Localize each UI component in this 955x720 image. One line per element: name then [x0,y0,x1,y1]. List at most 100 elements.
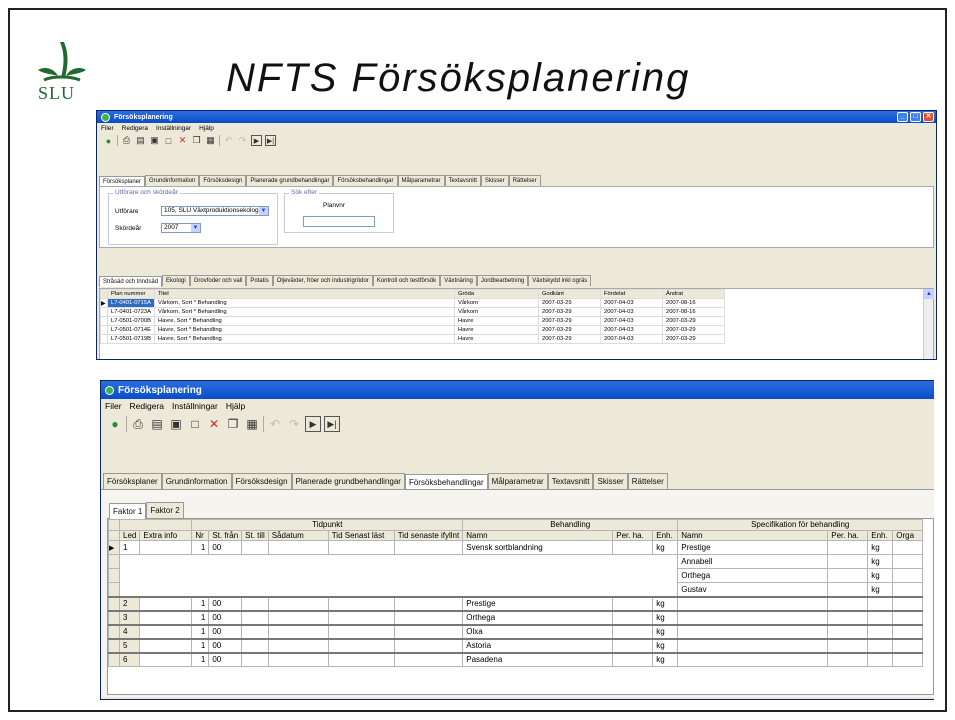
nr-cell[interactable]: 1 [191,595,210,611]
orga-cell[interactable] [892,637,924,653]
subtab-oljevaxter[interactable]: Oljeväxter, fröer och industrigrödor [272,275,373,286]
menu-filer[interactable]: Filer [105,401,122,411]
tab-rattelser[interactable]: Rättelser [627,473,668,489]
column-header[interactable]: Plan nummer [107,289,155,299]
redo-icon[interactable]: ↷ [237,135,248,146]
tab-planerade-grundbehandlingar[interactable]: Planerade grundbehandlingar [291,473,405,489]
spec-per-ha-cell[interactable] [827,595,869,611]
tab-faktor-1[interactable]: Faktor 1 [109,503,147,519]
namn-cell[interactable]: Orthega [462,609,614,625]
undo-icon[interactable]: ↶ [267,416,283,432]
namn-cell[interactable]: Prestige [462,595,614,611]
copy-icon[interactable]: ❐ [225,416,241,432]
next-icon[interactable]: ▶ [251,135,262,146]
column-header-orga[interactable]: Orga [892,530,924,541]
tid-senaste-ifyllnt-cell[interactable] [393,623,464,639]
plan-number[interactable]: L7-0401-0715A [107,298,155,308]
menu-redigera[interactable]: Redigera [122,125,148,132]
st-fran-cell[interactable]: 00 [208,540,243,555]
subtab-vaxtskydd[interactable]: Växtskydd inkl ogräs [528,275,592,286]
tid-senast-last-cell[interactable] [327,609,395,625]
sadatum-cell[interactable] [267,623,329,639]
column-header-spec-enh[interactable]: Enh. [867,530,894,541]
tid-senast-last-cell[interactable] [327,595,395,611]
spec-enh-cell[interactable] [867,623,894,639]
plan-andrat[interactable]: 2007-03-29 [661,316,725,326]
plan-number[interactable]: L7-0401-0723A [107,307,155,317]
enh-cell[interactable]: kg [652,609,679,625]
column-header-st-fran[interactable]: St. från [208,530,243,541]
extra-info-cell[interactable] [139,623,193,639]
table-row[interactable]: ▶ 1 1 00 Svensk sortblandning kg Prestig… [108,540,924,555]
tab-forsoksbehandlingar[interactable]: Försöksbehandlingar [404,474,488,490]
spec-per-ha-cell[interactable] [827,540,869,555]
app-icon[interactable]: ● [103,135,114,146]
led-cell[interactable]: 6 [118,651,141,667]
plan-number[interactable]: L7-0501-0714E [107,325,155,335]
column-header-enh[interactable]: Enh. [652,530,679,541]
namn-cell[interactable]: Pasadena [462,651,614,667]
column-header[interactable]: Godkänt [537,289,601,299]
export-icon[interactable]: ▣ [168,416,184,432]
delete-icon[interactable]: ✕ [206,416,222,432]
led-cell[interactable]: 5 [118,637,141,653]
column-header[interactable]: Gröda [453,289,539,299]
spec-enh-cell[interactable] [867,637,894,653]
sadatum-cell[interactable] [267,637,329,653]
st-till-cell[interactable] [241,609,269,625]
plan-crop[interactable]: Havre [453,325,539,335]
plan-number[interactable]: L7-0501-0719B [107,334,155,344]
table-subrow[interactable]: Annabell kg [108,554,924,569]
table-row[interactable]: ▶ L7-0401-0715A Vårkorn, Sort * Behandli… [100,298,725,308]
subtab-vaxtnaring[interactable]: Växtnäring [440,275,477,286]
nr-cell[interactable]: 1 [191,623,210,639]
plan-andrat[interactable]: 2007-03-29 [661,325,725,335]
spec-enh-cell[interactable] [867,609,894,625]
delete-icon[interactable]: ✕ [177,135,188,146]
tab-malparametrar[interactable]: Målparametrar [487,473,548,489]
plan-fordelat[interactable]: 2007-04-03 [599,298,663,308]
tab-forsoksbehandlingar[interactable]: Försöksbehandlingar [333,175,398,186]
led-cell[interactable]: 4 [118,623,141,639]
tid-senaste-ifyllnt-cell[interactable] [393,609,464,625]
namn-cell[interactable]: Svensk sortblandning [462,540,614,555]
orga-cell[interactable] [892,623,924,639]
tab-rattelser[interactable]: Rättelser [508,175,541,186]
next-icon[interactable]: ▶ [305,416,321,432]
plan-crop[interactable]: Havre [453,316,539,326]
st-fran-cell[interactable]: 00 [208,637,243,653]
spec-enh-cell[interactable]: kg [867,568,894,583]
orga-cell[interactable] [892,651,924,667]
per-ha-cell[interactable] [612,540,654,555]
plan-title[interactable]: Vårkorn, Sort * Behandling [153,307,455,317]
menu-installningar[interactable]: Inställningar [156,125,191,132]
column-header-spec-namn[interactable]: Namn [677,530,829,541]
spec-enh-cell[interactable] [867,651,894,667]
last-icon[interactable]: ▶| [265,135,276,146]
spec-namn-cell[interactable] [677,637,829,653]
tab-planerade-grundbehandlingar[interactable]: Planerade grundbehandlingar [246,175,334,186]
subtab-kontroll[interactable]: Kontroll och testförsök [372,275,441,286]
spec-per-ha-cell[interactable] [827,554,869,569]
plan-crop[interactable]: Vårkorn [453,298,539,308]
plan-andrat[interactable]: 2007-08-16 [661,298,725,308]
spec-enh-cell[interactable]: kg [867,582,894,597]
st-till-cell[interactable] [241,623,269,639]
column-header[interactable]: Ändrat [661,289,725,299]
per-ha-cell[interactable] [612,651,654,667]
menu-redigera[interactable]: Redigera [130,401,165,411]
spec-per-ha-cell[interactable] [827,582,869,597]
menu-hjalp[interactable]: Hjälp [226,401,245,411]
orga-cell[interactable] [892,554,924,569]
tab-forsoksdesign[interactable]: Försöksdesign [231,473,292,489]
table-row[interactable]: L7-0401-0723A Vårkorn, Sort * Behandling… [100,307,725,317]
vertical-scrollbar[interactable]: ▲ [923,289,934,359]
column-header-tid-senaste-ifyllnt[interactable]: Tid senaste ifyllnt [393,530,464,541]
spec-namn-cell[interactable]: Orthega [677,568,829,583]
table-row[interactable]: 3 1 00 Orthega kg [108,609,924,625]
per-ha-cell[interactable] [612,609,654,625]
st-fran-cell[interactable]: 00 [208,623,243,639]
copy-icon[interactable]: ❐ [191,135,202,146]
led-cell[interactable]: 1 [118,540,141,555]
nr-cell[interactable]: 1 [191,651,210,667]
